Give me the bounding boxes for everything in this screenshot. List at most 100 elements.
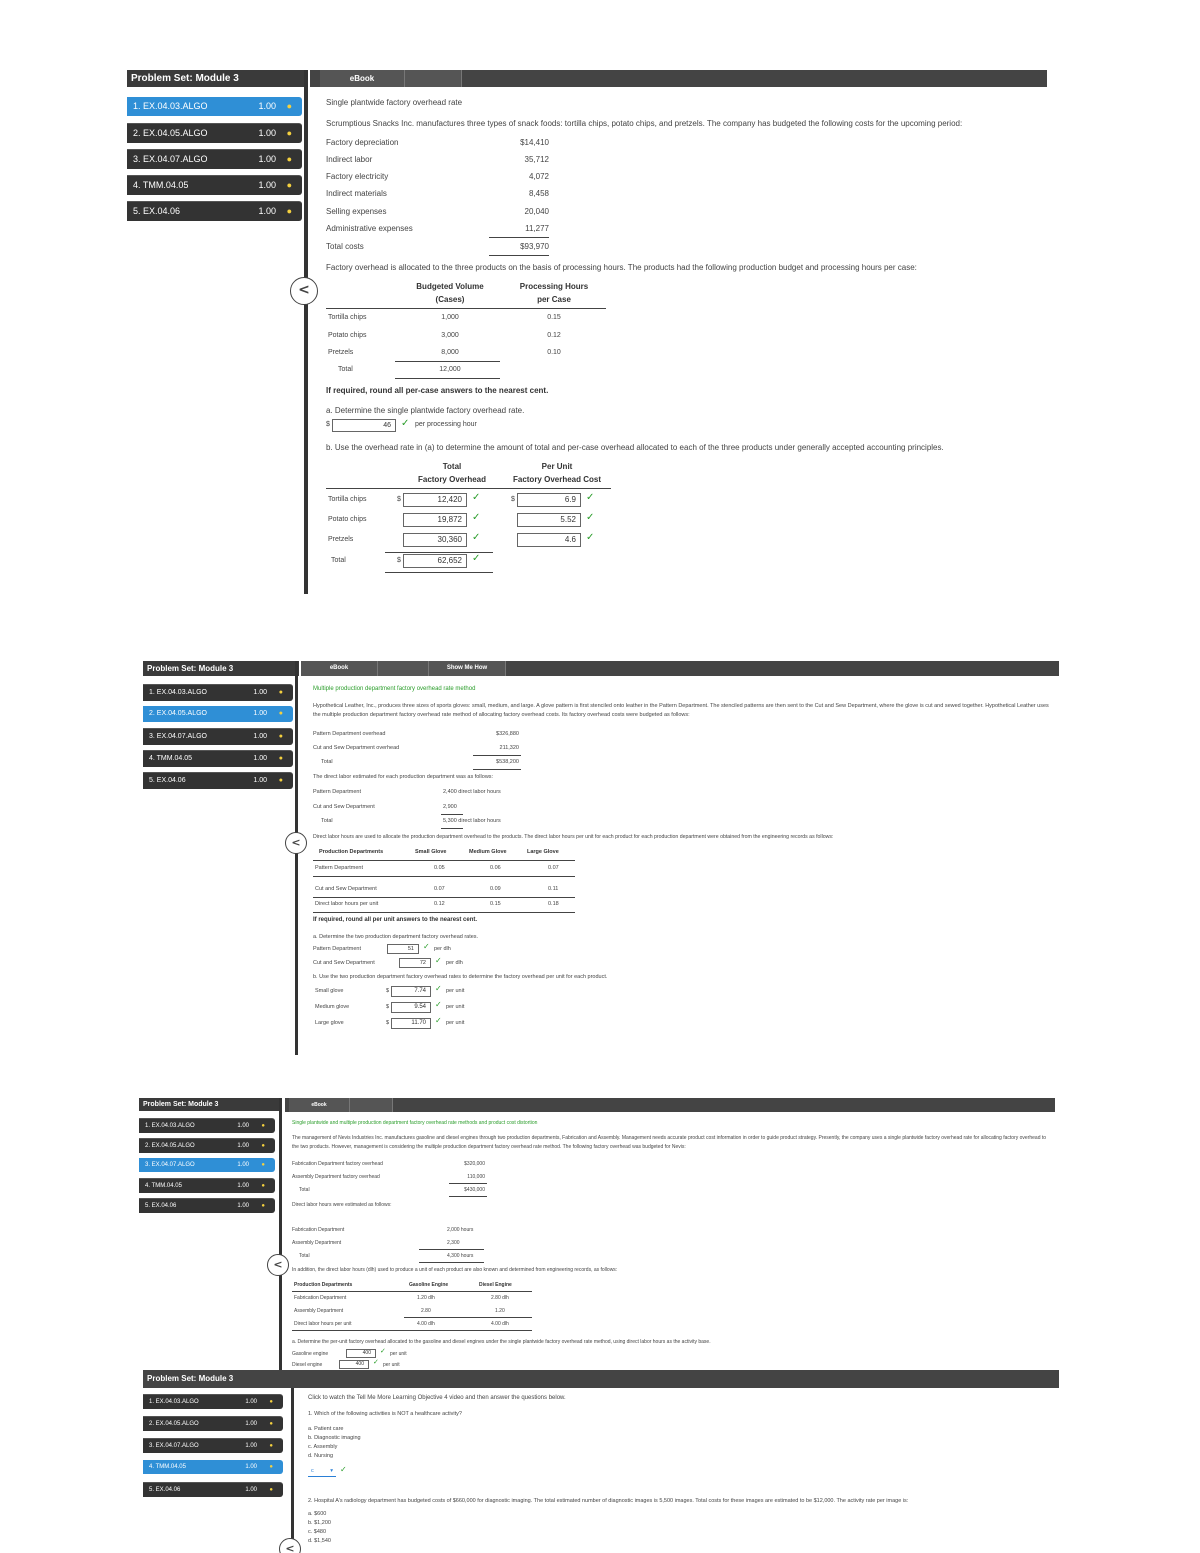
sidebar-item-4[interactable]: 4. TMM.04.05 1.00 ● xyxy=(139,1178,275,1193)
tab-ebook[interactable]: eBook xyxy=(320,70,405,87)
cost-label: Fabrication Department factory overhead xyxy=(292,1161,383,1167)
sidebar-item-4[interactable]: 4. TMM.04.05 1.00 ● xyxy=(143,1460,283,1474)
total-overhead-input[interactable]: 19,872 xyxy=(403,513,467,527)
answer-dropdown[interactable]: c ▾ xyxy=(308,1467,336,1477)
overhead-rate-input[interactable]: 46 xyxy=(332,419,396,432)
total-overhead-input[interactable]: 30,360 xyxy=(403,533,467,547)
sidebar-item-1[interactable]: 1. EX.04.03.ALGO 1.00 ● xyxy=(143,684,293,701)
dl-label: Cut and Sew Department xyxy=(313,804,375,810)
cost-value: 4,072 xyxy=(528,172,549,181)
cost-value: $538,200 xyxy=(496,759,519,765)
rule xyxy=(473,769,521,770)
sidebar-item-2[interactable]: 2. EX.04.05.ALGO 1.00 ● xyxy=(139,1138,275,1153)
per-unit-overhead-input[interactable]: 5.52 xyxy=(517,513,581,527)
row-label: Total xyxy=(331,557,346,564)
cut-sew-rate-input[interactable]: 72 xyxy=(399,958,431,968)
option: d. $1,540 xyxy=(308,1538,331,1544)
collapse-sidebar-button[interactable]: < xyxy=(290,277,318,305)
cell: 2.80 xyxy=(421,1308,431,1314)
sidebar-item-3[interactable]: 3. EX.04.07.ALGO 1.00 ● xyxy=(143,728,293,745)
problem-set-sidebar: Problem Set: Module 3 1. EX.04.03.ALGO 1.… xyxy=(139,1098,279,1370)
sidebar-item-1[interactable]: 1. EX.04.03.ALGO 1.00 ● xyxy=(139,1118,275,1133)
correct-dot-icon: ● xyxy=(286,154,292,164)
pattern-rate-input[interactable]: 51 xyxy=(387,944,419,954)
total-overhead-input[interactable]: 12,420 xyxy=(403,493,467,507)
cell: 4.00 dlh xyxy=(491,1321,509,1327)
per-unit-overhead-input[interactable]: 4.6 xyxy=(517,533,581,547)
product-label: Tortilla chips xyxy=(328,314,367,321)
question-a: a. Determine the single plantwide factor… xyxy=(326,406,525,415)
product-volume: 3,000 xyxy=(441,332,459,339)
sidebar-item-1[interactable]: 1. EX.04.03.ALGO 1.00 ● xyxy=(143,1394,283,1409)
rule xyxy=(326,488,611,489)
tab-blank[interactable] xyxy=(405,70,462,87)
rule xyxy=(473,755,521,756)
dollar-sign: $ xyxy=(511,496,515,503)
product-label: Pretzels xyxy=(328,349,354,356)
correct-dot-icon: ● xyxy=(269,1421,273,1427)
unit-label: per unit xyxy=(446,1020,465,1026)
cell: 0.11 xyxy=(548,886,559,892)
cell: 0.12 xyxy=(434,901,445,907)
sidebar-item-5[interactable]: 5. EX.04.06 1.00 ● xyxy=(143,1482,283,1497)
panel-2-screenshot: Problem Set: Module 3 1. EX.04.03.ALGO 1.… xyxy=(143,661,1059,1055)
cell: 0.18 xyxy=(548,901,559,907)
sidebar-item-2[interactable]: 2. EX.04.05.ALGO 1.00 ● xyxy=(143,1416,283,1431)
dl-label: Assembly Department xyxy=(292,1240,342,1246)
dollar-sign: $ xyxy=(386,1004,390,1010)
large-glove-input[interactable]: 11.70 xyxy=(391,1018,431,1029)
unit-label: per unit xyxy=(446,988,465,994)
top-toolbar: eBook xyxy=(285,1098,1055,1112)
cost-label: Total xyxy=(299,1187,310,1193)
sidebar-item-3[interactable]: 3. EX.04.07.ALGO 1.00 ● xyxy=(143,1438,283,1453)
cell: 2.80 dlh xyxy=(491,1295,509,1301)
product-hours: 0.15 xyxy=(547,314,561,321)
column-header: Production Departments xyxy=(319,849,384,855)
correct-dot-icon: ● xyxy=(278,689,283,696)
correct-dot-icon: ● xyxy=(261,1123,265,1129)
unit-label: per unit xyxy=(390,1351,407,1357)
correct-check-icon: ✓ xyxy=(586,532,595,543)
column-header: Small Glove xyxy=(415,849,447,855)
small-glove-input[interactable]: 7.74 xyxy=(391,986,431,997)
tab-ebook[interactable]: eBook xyxy=(301,661,378,676)
total-overhead-input[interactable]: 62,652 xyxy=(403,554,467,568)
per-unit-overhead-input[interactable]: 6.9 xyxy=(517,493,581,507)
gasoline-engine-input[interactable]: 400 xyxy=(346,1349,376,1358)
medium-glove-input[interactable]: 9.54 xyxy=(391,1002,431,1013)
tab-ebook[interactable]: eBook xyxy=(289,1098,350,1112)
sidebar-item-5[interactable]: 5. EX.04.06 1.00 ● xyxy=(143,772,293,789)
product-volume: 8,000 xyxy=(441,349,459,356)
panel-3-screenshot: Problem Set: Module 3 1. EX.04.03.ALGO 1.… xyxy=(139,1098,1055,1370)
rule xyxy=(489,237,549,238)
collapse-sidebar-button[interactable]: < xyxy=(267,1254,289,1276)
sidebar-item-4[interactable]: 4. TMM.04.05 1.00 ● xyxy=(127,175,302,195)
row-label: Cut and Sew Department xyxy=(315,886,377,892)
tab-show-me-how[interactable]: Show Me How xyxy=(429,661,506,676)
diesel-engine-input[interactable]: 400 xyxy=(339,1360,369,1369)
sidebar-item-3[interactable]: 3. EX.04.07.ALGO 1.00 ● xyxy=(139,1158,275,1172)
cell: 0.15 xyxy=(490,901,501,907)
allocation-text: Factory overhead is allocated to the thr… xyxy=(326,263,917,272)
column-header: Medium Glove xyxy=(469,849,507,855)
column-header: Large Glove xyxy=(527,849,559,855)
sidebar-item-3[interactable]: 3. EX.04.07.ALGO 1.00 ● xyxy=(127,149,302,169)
sidebar-item-5[interactable]: 5. EX.04.06 1.00 ● xyxy=(139,1198,275,1213)
intro-text: Hypothetical Leather, Inc., produces thr… xyxy=(313,703,1049,718)
correct-dot-icon: ● xyxy=(278,733,283,740)
sidebar-item-1[interactable]: 1. EX.04.03.ALGO 1.00 ● xyxy=(127,97,302,116)
sidebar-item-2[interactable]: 2. EX.04.05.ALGO 1.00 ● xyxy=(127,123,302,143)
sidebar-item-2[interactable]: 2. EX.04.05.ALGO 1.00 ● xyxy=(143,706,293,722)
tab-blank[interactable] xyxy=(350,1098,393,1112)
collapse-sidebar-button[interactable]: < xyxy=(279,1538,301,1553)
option: a. Patient care xyxy=(308,1426,344,1432)
tab-blank[interactable] xyxy=(378,661,429,676)
sidebar-item-5[interactable]: 5. EX.04.06 1.00 ● xyxy=(127,201,302,221)
rate-unit: per processing hour xyxy=(415,421,477,428)
correct-check-icon: ✓ xyxy=(472,553,481,564)
column-header: Factory Overhead Cost xyxy=(512,475,602,484)
sidebar-item-4[interactable]: 4. TMM.04.05 1.00 ● xyxy=(143,750,293,767)
collapse-sidebar-button[interactable]: < xyxy=(285,832,307,854)
column-header: Factory Overhead xyxy=(417,475,487,484)
question-b: b. Use the two production department fac… xyxy=(313,974,608,980)
